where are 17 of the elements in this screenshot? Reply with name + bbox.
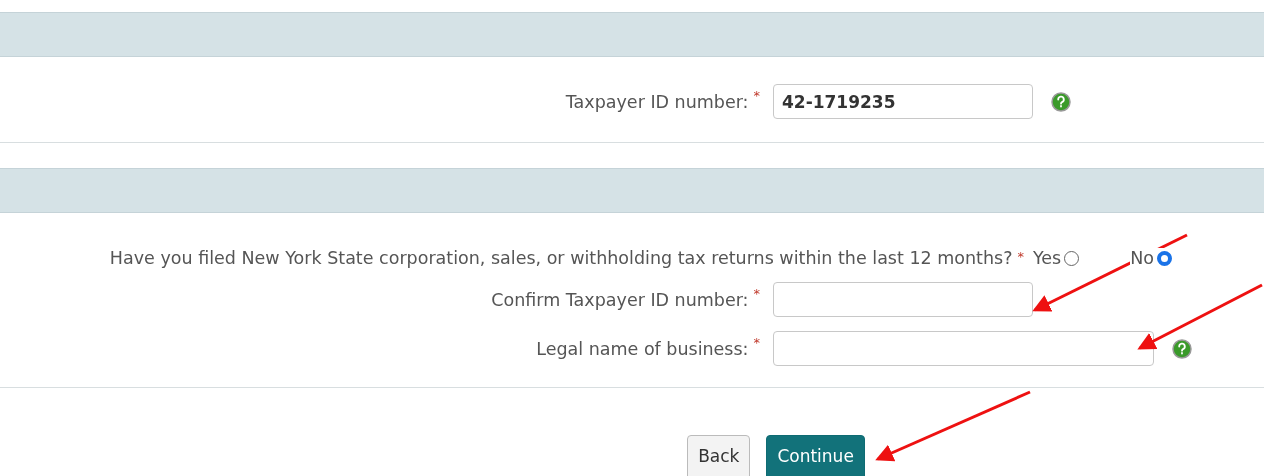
radio-option[interactable]: Yes <box>1032 248 1080 268</box>
text-field[interactable] <box>773 331 1154 366</box>
back-button[interactable]: Back <box>687 435 751 476</box>
question-text: Have you filed New York State corporation, sales, or withholding tax returns within the last 12 months? <box>109 248 1013 268</box>
required-mark: * <box>1017 248 1024 264</box>
required-mark: * <box>753 87 760 103</box>
text-field[interactable] <box>773 282 1033 317</box>
required-mark: * <box>753 334 760 350</box>
text-field[interactable]: 42-1719235 <box>773 84 1033 119</box>
field-label: Legal name of business: <box>536 338 749 359</box>
field-label: Confirm Taxpayer ID number: <box>491 289 749 310</box>
field-label: Taxpayer ID number: <box>565 91 749 112</box>
required-mark: * <box>753 285 760 301</box>
help-icon[interactable] <box>1051 91 1071 112</box>
help-icon[interactable] <box>1172 338 1192 359</box>
radio-option[interactable]: No <box>1130 248 1172 268</box>
continue-button[interactable]: Continue <box>766 435 865 476</box>
